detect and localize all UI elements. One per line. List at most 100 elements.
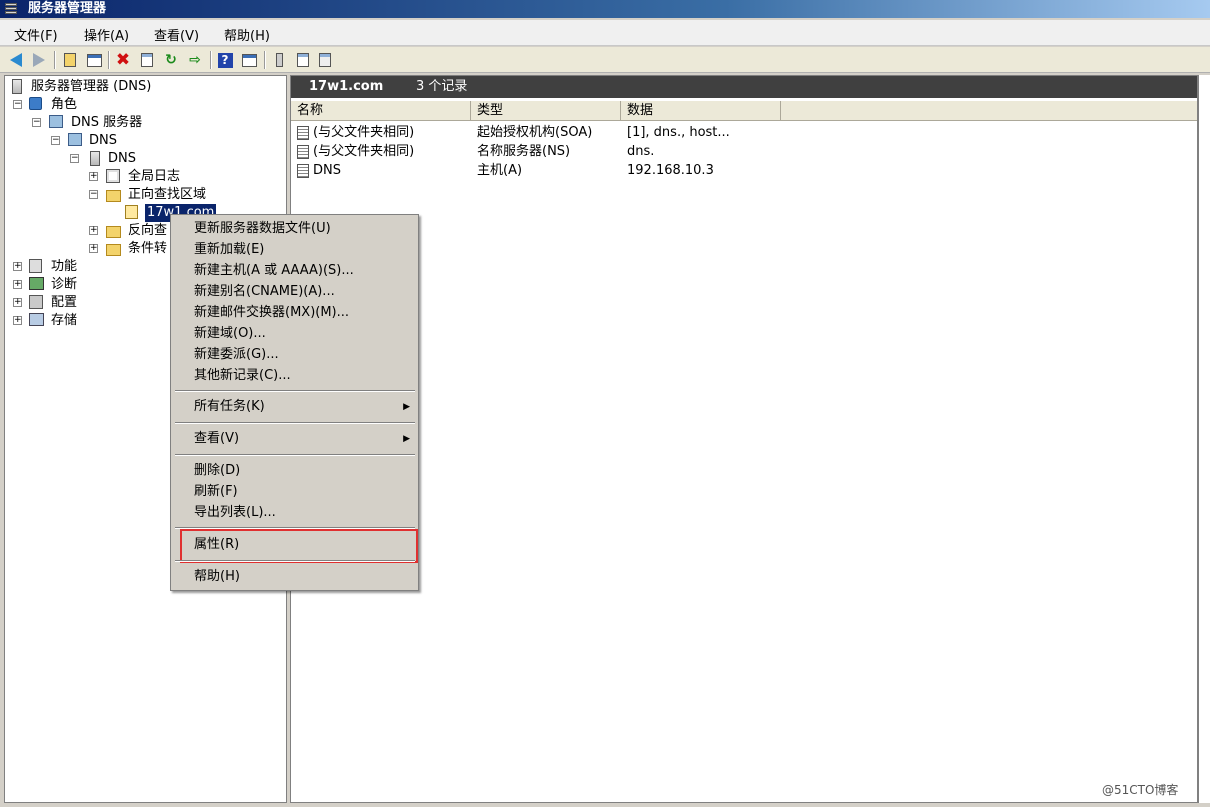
menu-item-new-delegation[interactable]: 新建委派(G)... <box>171 345 418 365</box>
record-type: 主机(A) <box>477 163 523 178</box>
tree-label: 配置 <box>51 295 78 310</box>
tree-item-dns-host[interactable]: − DNS <box>9 150 279 168</box>
tree-label: 服务器管理器 (DNS) <box>31 79 152 94</box>
tree-label: 功能 <box>51 259 78 274</box>
toolbar: ✖ ↻ ⇨ ? <box>0 47 1210 73</box>
tree-item-dns[interactable]: − DNS <box>9 132 279 150</box>
record-name: (与父文件夹相同) <box>313 144 415 159</box>
menu-separator <box>175 422 415 424</box>
menu-file[interactable]: 文件(F) <box>14 25 58 44</box>
tree-item-server-manager[interactable]: 服务器管理器 (DNS) <box>9 78 279 96</box>
tree-label: 反向查 <box>128 223 168 238</box>
column-header-data[interactable]: 数据 <box>621 101 781 121</box>
tree-label: 存储 <box>51 313 78 328</box>
diagnostics-icon <box>29 277 44 290</box>
tree-label: 条件转 <box>128 241 168 256</box>
menu-item-new-alias[interactable]: 新建别名(CNAME)(A)... <box>171 282 418 302</box>
menu-item-new-mail-exchanger[interactable]: 新建邮件交换器(MX)(M)... <box>171 303 418 323</box>
menu-separator <box>175 560 415 562</box>
properties-icon[interactable] <box>138 51 156 69</box>
scrollbar[interactable] <box>1198 75 1210 803</box>
forward-icon[interactable] <box>30 51 48 69</box>
copy-icon[interactable] <box>316 51 334 69</box>
log-icon <box>106 169 120 183</box>
table-row[interactable]: (与父文件夹相同) 名称服务器(NS) dns. <box>291 142 1197 161</box>
collapse-icon[interactable]: − <box>89 190 98 199</box>
toolbar-separator <box>264 51 266 69</box>
collapse-icon[interactable]: − <box>70 154 79 163</box>
show-hide-console-tree-icon[interactable] <box>85 51 103 69</box>
export-list-icon[interactable]: ⇨ <box>186 51 204 69</box>
server-icon <box>90 151 100 166</box>
tree-item-dns-server[interactable]: − DNS 服务器 <box>9 114 279 132</box>
menu-item-reload[interactable]: 重新加载(E) <box>171 240 418 260</box>
folder-icon <box>106 226 121 238</box>
toolbar-separator <box>108 51 110 69</box>
context-menu: 更新服务器数据文件(U) 重新加载(E) 新建主机(A 或 AAAA)(S)..… <box>170 214 419 591</box>
zone-header: 17w1.com 3 个记录 <box>291 76 1197 98</box>
expand-icon[interactable]: + <box>13 262 22 271</box>
properties-highlight-box <box>180 529 418 563</box>
record-icon <box>297 164 309 178</box>
column-header-name[interactable]: 名称 <box>291 101 471 121</box>
menu-item-new-domain[interactable]: 新建域(O)... <box>171 324 418 344</box>
tree-label: 诊断 <box>51 277 78 292</box>
server-manager-icon <box>4 2 20 16</box>
record-icon <box>297 126 309 140</box>
collapse-icon[interactable]: − <box>32 118 41 127</box>
record-name: DNS <box>313 163 341 178</box>
dns-icon <box>68 133 82 146</box>
toolbar-separator <box>54 51 56 69</box>
collapse-icon[interactable]: − <box>51 136 60 145</box>
expand-icon[interactable]: + <box>89 172 98 181</box>
record-icon <box>297 145 309 159</box>
zone-name: 17w1.com <box>309 79 384 94</box>
menu-item-refresh[interactable]: 刷新(F) <box>171 482 418 502</box>
menu-action[interactable]: 操作(A) <box>84 25 129 44</box>
menu-item-export-list[interactable]: 导出列表(L)... <box>171 503 418 523</box>
features-icon <box>29 259 42 273</box>
expand-icon[interactable]: + <box>13 280 22 289</box>
server-icon[interactable] <box>270 51 288 69</box>
table-row[interactable]: (与父文件夹相同) 起始授权机构(SOA) [1], dns., host... <box>291 123 1197 142</box>
menu-help[interactable]: 帮助(H) <box>224 25 270 44</box>
show-hide-action-pane-icon[interactable] <box>240 51 258 69</box>
menu-item-delete[interactable]: 删除(D) <box>171 461 418 481</box>
up-folder-icon[interactable] <box>61 51 79 69</box>
tree-item-roles[interactable]: − 角色 <box>9 96 279 114</box>
menu-item-label: 所有任务(K) <box>194 399 265 414</box>
back-icon[interactable] <box>7 51 25 69</box>
table-row[interactable]: DNS 主机(A) 192.168.10.3 <box>291 161 1197 180</box>
tree-item-global-log[interactable]: + 全局日志 <box>9 168 279 186</box>
menu-item-help[interactable]: 帮助(H) <box>171 567 418 587</box>
menu-view[interactable]: 查看(V) <box>154 25 199 44</box>
watermark: @51CTO博客 <box>1102 783 1179 797</box>
expand-icon[interactable]: + <box>13 316 22 325</box>
collapse-icon[interactable]: − <box>13 100 22 109</box>
menu-item-update-server-data-file[interactable]: 更新服务器数据文件(U) <box>171 219 418 239</box>
column-header-type[interactable]: 类型 <box>471 101 621 121</box>
title-bar: 服务器管理器 <box>0 0 1210 18</box>
menu-separator <box>175 454 415 456</box>
results-pane: 17w1.com 3 个记录 名称 类型 数据 (与父文件夹相同) 起始授权机构… <box>290 75 1198 803</box>
list-icon[interactable] <box>294 51 312 69</box>
menu-item-other-new-records[interactable]: 其他新记录(C)... <box>171 366 418 386</box>
record-name: (与父文件夹相同) <box>313 125 415 140</box>
expand-icon[interactable]: + <box>89 226 98 235</box>
help-icon[interactable]: ? <box>216 51 234 69</box>
expand-icon[interactable]: + <box>89 244 98 253</box>
roles-icon <box>29 97 42 110</box>
menu-bar: 文件(F) 操作(A) 查看(V) 帮助(H) <box>0 20 1210 46</box>
storage-icon <box>29 313 44 326</box>
tree-item-forward-zones[interactable]: − 正向查找区域 <box>9 186 279 204</box>
menu-item-new-host[interactable]: 新建主机(A 或 AAAA)(S)... <box>171 261 418 281</box>
record-data: dns. <box>627 144 655 159</box>
submenu-arrow-icon: ▶ <box>403 402 410 412</box>
delete-icon[interactable]: ✖ <box>114 50 132 70</box>
refresh-icon[interactable]: ↻ <box>162 51 180 69</box>
expand-icon[interactable]: + <box>13 298 22 307</box>
folder-icon <box>106 190 121 202</box>
tree-label: DNS 服务器 <box>71 115 143 130</box>
menu-item-all-tasks[interactable]: 所有任务(K) ▶ <box>171 397 418 417</box>
menu-item-view[interactable]: 查看(V) ▶ <box>171 429 418 449</box>
